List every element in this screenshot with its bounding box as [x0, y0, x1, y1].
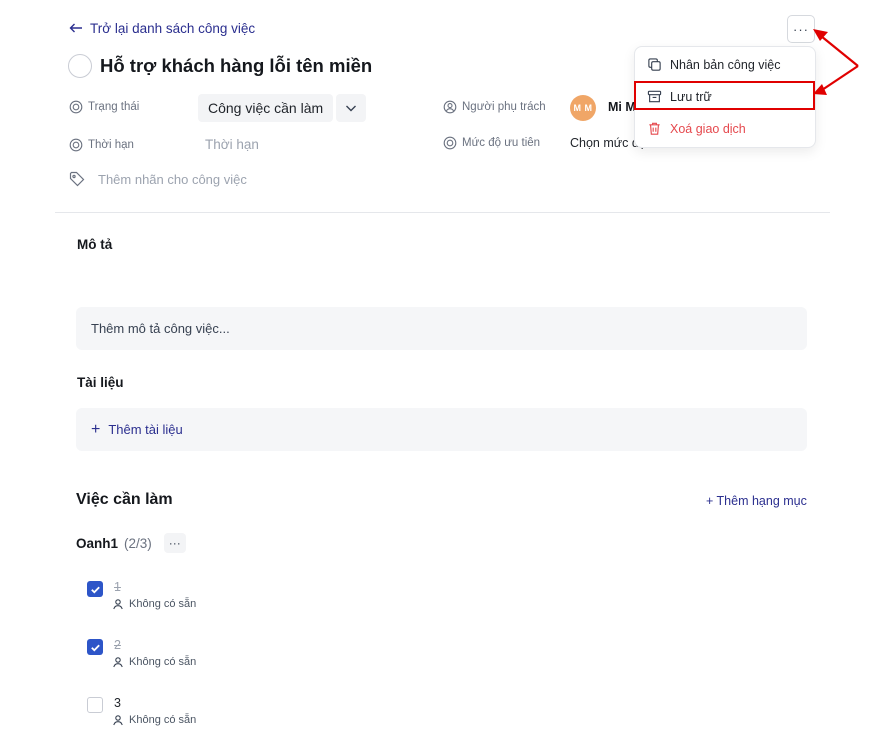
tag-input[interactable]: Thêm nhãn cho công việc	[98, 172, 247, 187]
checkbox[interactable]	[87, 697, 103, 713]
description-input[interactable]: Thêm mô tả công việc...	[76, 307, 807, 350]
user-icon	[113, 599, 123, 610]
description-heading: Mô tả	[77, 237, 113, 252]
deadline-input[interactable]: Thời hạn	[205, 137, 259, 152]
divider	[55, 212, 830, 213]
complete-task-toggle[interactable]	[68, 54, 92, 78]
user-icon	[113, 657, 123, 668]
check-icon	[90, 644, 100, 652]
list-item-assignee[interactable]: Không có sẵn	[112, 598, 196, 610]
add-document-label: Thêm tài liệu	[108, 422, 183, 437]
check-icon	[90, 586, 100, 594]
user-icon	[113, 715, 123, 726]
task-title-row: Hỗ trợ khách hàng lỗi tên miền	[68, 54, 372, 78]
back-link-label: Trở lại danh sách công việc	[90, 20, 256, 36]
list-item-name[interactable]: 3	[114, 696, 196, 710]
tag-icon	[69, 171, 85, 192]
checkbox[interactable]	[87, 581, 103, 597]
list-item-name[interactable]: 1	[114, 580, 196, 594]
status-dropdown-button[interactable]	[336, 94, 367, 122]
assignee-name[interactable]: Mi M	[608, 100, 636, 114]
annotation-highlight-box	[634, 81, 815, 110]
deadline-icon	[69, 138, 83, 152]
checklist-group-more-button[interactable]: ···	[163, 533, 186, 553]
checklist-group-name: Oanh1	[76, 535, 119, 551]
user-circle-icon	[443, 100, 457, 114]
menu-item-delete[interactable]: Xoá giao dịch	[647, 121, 746, 136]
todo-heading: Việc cần làm	[76, 491, 173, 508]
status-value-button[interactable]: Công việc cần làm	[198, 94, 334, 122]
avatar[interactable]: M M	[570, 95, 596, 121]
deadline-label: Thời hạn	[69, 138, 134, 152]
page-title: Hỗ trợ khách hàng lỗi tên miền	[100, 55, 373, 76]
checklist-group-count: (2/3)	[124, 535, 152, 551]
back-link[interactable]: Trở lại danh sách công việc	[68, 20, 255, 36]
plus-icon: +	[91, 420, 101, 438]
trash-icon	[649, 122, 660, 135]
priority-icon	[443, 136, 457, 150]
add-document-button[interactable]: + Thêm tài liệu	[76, 408, 807, 451]
documents-heading: Tài liệu	[77, 375, 124, 390]
list-item: 2 Không có sẵn	[87, 638, 196, 668]
list-item-assignee[interactable]: Không có sẵn	[112, 656, 196, 668]
list-item: 3 Không có sẵn	[87, 696, 196, 726]
status-select[interactable]: Công việc cần làm	[198, 94, 367, 122]
priority-label: Mức độ ưu tiên	[443, 136, 540, 150]
assignee-label: Người phụ trách	[443, 100, 546, 114]
copy-icon	[648, 58, 661, 71]
arrow-left-icon	[69, 23, 82, 33]
list-item: 1 Không có sẵn	[87, 580, 196, 610]
chevron-down-icon	[346, 105, 357, 112]
status-label: Trạng thái	[69, 100, 139, 114]
more-options-button[interactable]: ···	[787, 15, 815, 43]
add-category-button[interactable]: + Thêm hạng mục	[706, 494, 807, 508]
status-icon	[69, 100, 83, 114]
checkbox[interactable]	[87, 639, 103, 655]
list-item-assignee[interactable]: Không có sẵn	[112, 714, 196, 726]
checklist-group-header: Oanh1 (2/3) ···	[76, 533, 186, 553]
menu-item-duplicate[interactable]: Nhân bản công việc	[647, 57, 781, 72]
list-item-name[interactable]: 2	[114, 638, 196, 652]
